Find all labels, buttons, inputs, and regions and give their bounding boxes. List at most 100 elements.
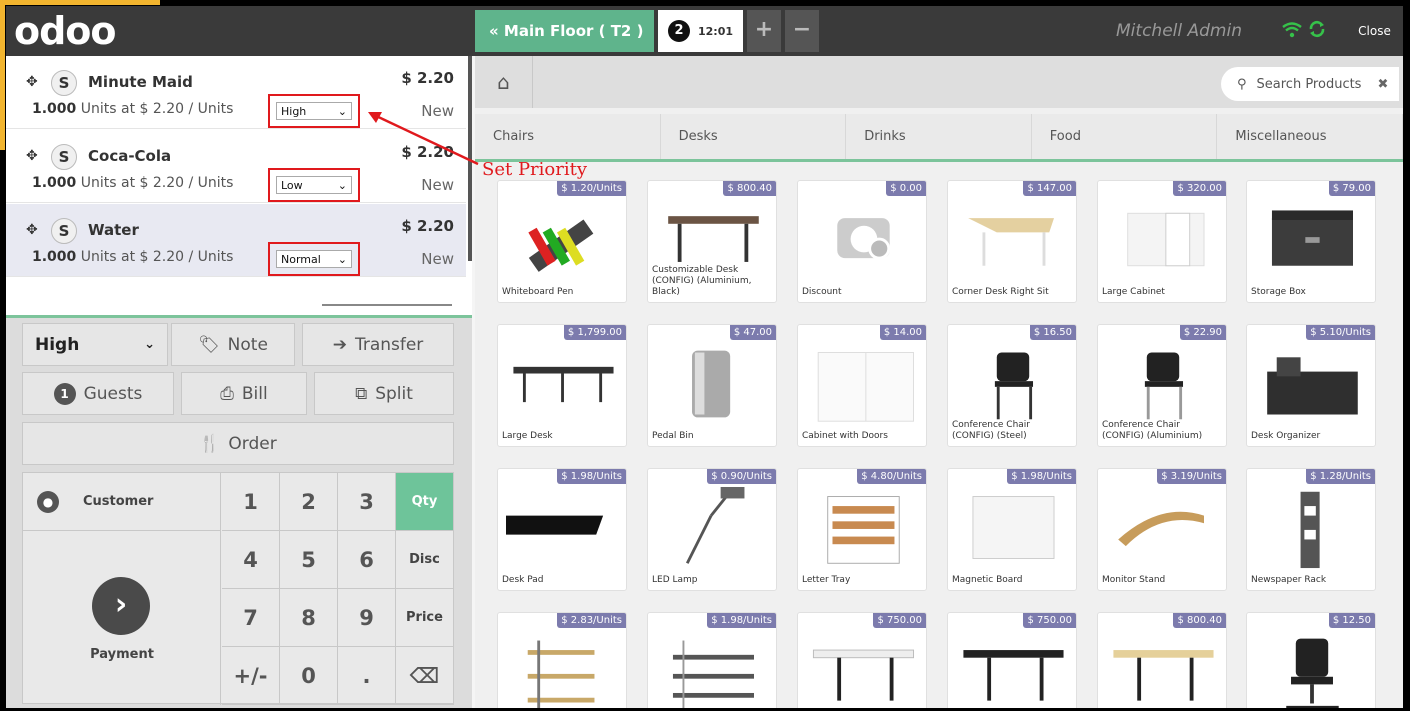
- product-tile[interactable]: $ 5.10/Units Desk Organizer: [1246, 324, 1376, 447]
- priority-select[interactable]: High ⌄: [276, 102, 352, 120]
- order-tab[interactable]: 2 12:01: [658, 10, 743, 52]
- numpad-key-9[interactable]: 9: [338, 589, 396, 647]
- move-icon[interactable]: ✥: [26, 222, 38, 238]
- product-tile[interactable]: $ 1,799.00 Large Desk: [497, 324, 627, 447]
- product-tile[interactable]: $ 320.00 Large Cabinet: [1097, 180, 1227, 303]
- split-button[interactable]: ⧉ Split: [314, 372, 454, 415]
- payment-button[interactable]: › Payment: [23, 531, 221, 705]
- product-tile[interactable]: $ 0.90/Units LED Lamp: [647, 468, 777, 591]
- product-tile[interactable]: $ 1.98/Units Magnetic Board: [947, 468, 1077, 591]
- product-tile[interactable]: $ 22.90 Conference Chair (CONFIG) (Alumin…: [1097, 324, 1227, 447]
- mode-disc-button[interactable]: Disc: [396, 531, 454, 589]
- product-tile[interactable]: $ 147.00 Corner Desk Right Sit: [947, 180, 1077, 303]
- price-tag: $ 12.50: [1328, 613, 1375, 628]
- orderline-selected[interactable]: ✥ S Water $ 2.20 1.000 Units at $ 2.20 /…: [6, 204, 466, 277]
- home-icon[interactable]: ⌂: [475, 56, 533, 108]
- chevron-down-icon: ⌄: [337, 252, 347, 266]
- products-pane: ⌂ ⚲ Search Products ✖ Chairs Desks Drink…: [475, 56, 1403, 708]
- product-image: [527, 640, 595, 708]
- order-priority-select[interactable]: High ⌄: [22, 323, 168, 366]
- chevron-down-icon: ⌄: [144, 337, 155, 352]
- price-tag: $ 2.83/Units: [557, 613, 626, 628]
- numpad-key-4[interactable]: 4: [222, 531, 280, 589]
- backspace-button[interactable]: ⌫: [396, 647, 454, 705]
- annotation-label: Set Priority: [482, 159, 588, 180]
- transfer-button[interactable]: ➔ Transfer: [302, 323, 454, 366]
- category-drinks[interactable]: Drinks: [846, 114, 1032, 159]
- price-tag: $ 1.98/Units: [557, 469, 626, 484]
- product-tile[interactable]: $ 4.80/Units Letter Tray: [797, 468, 927, 591]
- seat-badge: S: [51, 70, 77, 96]
- arrow-right-icon: ➔: [332, 334, 347, 355]
- move-icon[interactable]: ✥: [26, 74, 38, 90]
- product-image: [812, 649, 915, 701]
- mode-qty-button[interactable]: Qty: [396, 473, 454, 531]
- customer-button[interactable]: ● Customer: [23, 473, 221, 531]
- price-tag: $ 16.50: [1029, 325, 1076, 340]
- clear-search-icon[interactable]: ✖: [1377, 77, 1388, 92]
- pos-frame: odoo « Main Floor ( T2 ) 2 12:01 + − Mit…: [6, 6, 1403, 708]
- numpad-key-1[interactable]: 1: [222, 473, 280, 531]
- product-tile[interactable]: $ 1.20/Units Whiteboard Pen: [497, 180, 627, 303]
- product-tile[interactable]: $ 0.00 Discount: [797, 180, 927, 303]
- note-button[interactable]: 🏷 Note: [171, 323, 295, 366]
- product-name: Conference Chair (CONFIG) (Steel): [952, 420, 1074, 442]
- search-placeholder: Search Products: [1256, 76, 1362, 92]
- category-chairs[interactable]: Chairs: [475, 114, 661, 159]
- mode-price-button[interactable]: Price: [396, 589, 454, 647]
- remove-order-button[interactable]: −: [785, 10, 819, 52]
- product-tile[interactable]: $ 79.00 Storage Box: [1246, 180, 1376, 303]
- product-tile[interactable]: $ 1.98/Units Desk Pad: [497, 468, 627, 591]
- order-button[interactable]: 🍴 Order: [22, 422, 454, 465]
- price-tag: $ 750.00: [873, 613, 926, 628]
- category-desks[interactable]: Desks: [661, 114, 847, 159]
- priority-highlight: Normal ⌄: [268, 242, 360, 276]
- product-tile[interactable]: $ 2.83/Units: [497, 612, 627, 708]
- product-tile[interactable]: $ 750.00: [947, 612, 1077, 708]
- chevron-down-icon: ⌄: [337, 104, 347, 118]
- product-image: [1127, 212, 1205, 267]
- qty-info: 1.000 Units at $ 2.20 / Units: [32, 175, 234, 191]
- priority-highlight: High ⌄: [268, 94, 360, 128]
- product-name: Coca-Cola: [88, 147, 172, 165]
- product-name: Conference Chair (CONFIG) (Aluminium): [1102, 420, 1224, 442]
- product-tile[interactable]: $ 3.19/Units Monitor Stand: [1097, 468, 1227, 591]
- numpad-key-dot[interactable]: .: [338, 647, 396, 705]
- move-icon[interactable]: ✥: [26, 148, 38, 164]
- add-order-button[interactable]: +: [747, 10, 781, 52]
- floor-button[interactable]: « Main Floor ( T2 ): [475, 10, 654, 52]
- bill-button[interactable]: ⎙ Bill: [181, 372, 307, 415]
- priority-select[interactable]: Normal ⌄: [276, 250, 352, 268]
- price-tag: $ 1,799.00: [563, 325, 626, 340]
- numpad-key-7[interactable]: 7: [222, 589, 280, 647]
- numpad-key-6[interactable]: 6: [338, 531, 396, 589]
- priority-select[interactable]: Low ⌄: [276, 176, 352, 194]
- category-food[interactable]: Food: [1032, 114, 1218, 159]
- network-status[interactable]: [1266, 10, 1342, 52]
- product-tile[interactable]: $ 1.28/Units Newspaper Rack: [1246, 468, 1376, 591]
- numpad-key-0[interactable]: 0: [280, 647, 338, 705]
- product-tile[interactable]: $ 1.98/Units: [647, 612, 777, 708]
- divider: [322, 304, 452, 306]
- numpad-key-8[interactable]: 8: [280, 589, 338, 647]
- numpad-key-3[interactable]: 3: [338, 473, 396, 531]
- product-tile[interactable]: $ 14.00 Cabinet with Doors: [797, 324, 927, 447]
- product-tile[interactable]: $ 12.50: [1246, 612, 1376, 708]
- product-tile[interactable]: $ 800.40Customizable Desk: [1097, 612, 1227, 708]
- search-input[interactable]: ⚲ Search Products ✖: [1221, 67, 1399, 101]
- numpad-key-plus-minus[interactable]: +/-: [222, 647, 280, 705]
- user-name[interactable]: Mitchell Admin: [1112, 10, 1246, 52]
- product-tile[interactable]: $ 47.00 Pedal Bin: [647, 324, 777, 447]
- product-tile[interactable]: $ 800.40 Customizable Desk (CONFIG) (Alum…: [647, 180, 777, 303]
- product-image: [513, 366, 614, 403]
- guests-button[interactable]: 1 Guests: [22, 372, 174, 415]
- user-icon: ●: [37, 490, 59, 513]
- close-button[interactable]: Close: [1346, 10, 1403, 52]
- product-image: [672, 640, 754, 708]
- product-tile[interactable]: $ 750.00: [797, 612, 927, 708]
- product-name: Large Desk: [502, 431, 624, 442]
- product-tile[interactable]: $ 16.50 Conference Chair (CONFIG) (Steel): [947, 324, 1077, 447]
- numpad-key-5[interactable]: 5: [280, 531, 338, 589]
- numpad-key-2[interactable]: 2: [280, 473, 338, 531]
- category-miscellaneous[interactable]: Miscellaneous: [1217, 114, 1403, 159]
